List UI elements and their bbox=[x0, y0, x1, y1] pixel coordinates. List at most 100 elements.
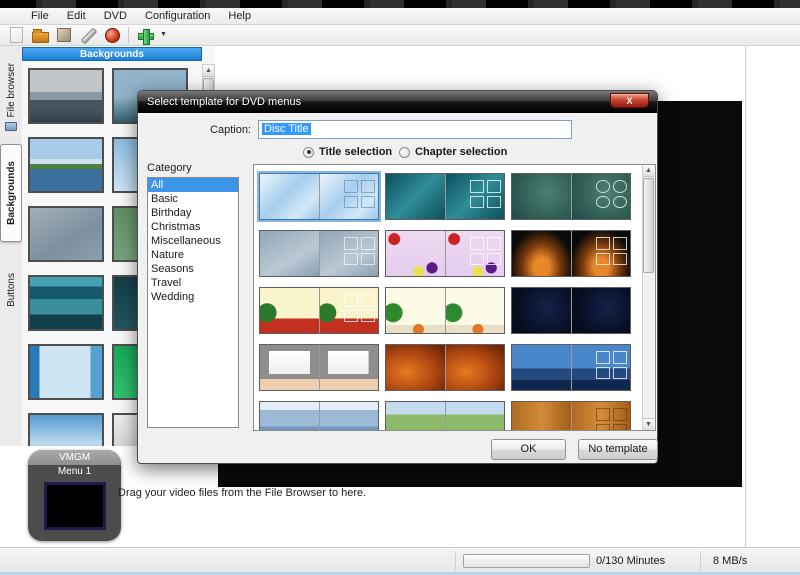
template-penguin-board[interactable] bbox=[259, 344, 379, 391]
template-city-night[interactable] bbox=[511, 344, 631, 391]
template-panel bbox=[512, 174, 571, 219]
radio-chapter-selection[interactable]: Chapter selection bbox=[399, 146, 507, 158]
category-item-miscellaneous[interactable]: Miscellaneous bbox=[148, 234, 238, 248]
caption-selected-text: Disc Title bbox=[262, 123, 311, 135]
ok-button[interactable]: OK bbox=[491, 439, 566, 460]
template-slate-grid[interactable] bbox=[259, 230, 379, 277]
category-item-all[interactable]: All bbox=[148, 178, 238, 192]
radio-checked-icon[interactable] bbox=[303, 146, 314, 158]
template-birthday-candles[interactable] bbox=[511, 230, 631, 277]
squares-pattern bbox=[596, 408, 627, 430]
drag-hint-text: Drag your video files from the File Brow… bbox=[118, 487, 367, 499]
template-grid-inner bbox=[254, 165, 644, 430]
radio-unchecked-icon[interactable] bbox=[399, 146, 410, 158]
squares-pattern bbox=[344, 237, 375, 266]
template-panel bbox=[386, 288, 445, 333]
scroll-up-icon[interactable]: ▲ bbox=[643, 165, 654, 177]
template-panel bbox=[386, 174, 445, 219]
template-teal-dark[interactable] bbox=[385, 173, 505, 220]
template-fire-clouds[interactable] bbox=[385, 344, 505, 391]
category-item-christmas[interactable]: Christmas bbox=[148, 220, 238, 234]
template-christmas-tree-red[interactable] bbox=[259, 287, 379, 334]
menu-help[interactable]: Help bbox=[219, 8, 260, 25]
add-file-icon-button[interactable] bbox=[133, 25, 157, 45]
blue-frame-thumbnail[interactable] bbox=[28, 344, 104, 400]
template-panel bbox=[445, 231, 504, 276]
sidebar-tab-backgrounds[interactable]: Backgrounds bbox=[0, 144, 22, 242]
category-listbox[interactable]: All Basic Birthday Christmas Miscellaneous Na… bbox=[147, 177, 239, 428]
scroll-up-icon[interactable]: ▲ bbox=[203, 65, 214, 77]
vmgm-menu-item[interactable]: VMGM Menu 1 bbox=[28, 450, 121, 541]
template-panel bbox=[571, 174, 630, 219]
chevron-down-icon[interactable]: ▼ bbox=[160, 25, 167, 45]
ocean-clouds-thumbnail[interactable] bbox=[28, 68, 104, 124]
squares-pattern bbox=[470, 237, 501, 266]
category-item-nature[interactable]: Nature bbox=[148, 248, 238, 262]
template-grid-scrollbar[interactable]: ▲ ▼ bbox=[642, 165, 655, 430]
menu-configuration[interactable]: Configuration bbox=[136, 8, 219, 25]
caption-input[interactable]: Disc Title bbox=[258, 120, 572, 139]
no-template-button[interactable]: No template bbox=[578, 439, 658, 460]
menu1-label: Menu 1 bbox=[57, 466, 92, 477]
backgrounds-column-left bbox=[28, 68, 106, 446]
save-project-icon-button[interactable] bbox=[52, 25, 76, 45]
template-panel bbox=[260, 288, 319, 333]
scrollbar-thumb[interactable] bbox=[643, 178, 654, 273]
statusbar-separator bbox=[455, 551, 456, 571]
sidebar-tab-label: File browser bbox=[5, 63, 17, 118]
template-christmas-tree-light[interactable] bbox=[385, 287, 505, 334]
menu-file[interactable]: File bbox=[22, 8, 58, 25]
toolbar: ▼ bbox=[0, 25, 800, 46]
new-project-icon-button[interactable] bbox=[4, 25, 28, 45]
capacity-progress-bar bbox=[463, 554, 590, 568]
bitrate-indicator: 8 MB/s bbox=[713, 555, 748, 567]
template-winter-trees[interactable] bbox=[259, 401, 379, 430]
gray-blue-gradient-thumbnail[interactable] bbox=[28, 206, 104, 262]
template-wooden-door[interactable] bbox=[511, 401, 631, 430]
template-spring-trees[interactable] bbox=[385, 401, 505, 430]
template-panel bbox=[319, 402, 378, 430]
template-green-ellipses[interactable] bbox=[511, 173, 631, 220]
new-project-icon bbox=[9, 27, 23, 43]
settings-wrench-icon-button[interactable] bbox=[76, 25, 100, 45]
radio-title-selection[interactable]: Title selection bbox=[303, 146, 392, 158]
template-panel bbox=[319, 288, 378, 333]
template-dark-navy[interactable] bbox=[511, 287, 631, 334]
squares-pattern bbox=[470, 294, 501, 323]
menu-edit[interactable]: Edit bbox=[58, 8, 95, 25]
category-item-seasons[interactable]: Seasons bbox=[148, 262, 238, 276]
burn-disc-icon bbox=[104, 27, 120, 43]
blue-gradient-thumbnail[interactable] bbox=[28, 413, 104, 446]
sidebar-tab-buttons[interactable]: Buttons bbox=[1, 262, 21, 318]
burn-disc-icon-button[interactable] bbox=[100, 25, 124, 45]
vmgm-label: VMGM bbox=[28, 450, 121, 465]
caption-label: Caption: bbox=[210, 124, 251, 136]
template-panel bbox=[445, 174, 504, 219]
template-panel bbox=[260, 402, 319, 430]
sidebar-tab-file-browser[interactable]: File browser bbox=[1, 54, 21, 140]
dialog-titlebar[interactable]: Select template for DVD menus bbox=[138, 91, 657, 113]
lake-shore-thumbnail[interactable] bbox=[28, 137, 104, 193]
category-item-wedding[interactable]: Wedding bbox=[148, 290, 238, 304]
menu-dvd[interactable]: DVD bbox=[95, 8, 136, 25]
scroll-down-icon[interactable]: ▼ bbox=[643, 418, 654, 430]
save-project-icon bbox=[57, 28, 71, 42]
sidebar-tab-strip: File browser Backgrounds Buttons bbox=[0, 46, 22, 446]
template-blue-gloss[interactable] bbox=[259, 173, 379, 220]
template-panel bbox=[571, 402, 630, 430]
add-file-icon bbox=[136, 26, 154, 45]
template-panel bbox=[386, 345, 445, 390]
open-project-icon bbox=[31, 29, 49, 43]
squares-pattern bbox=[344, 180, 375, 209]
category-item-travel[interactable]: Travel bbox=[148, 276, 238, 290]
close-icon[interactable]: X bbox=[610, 93, 649, 108]
open-project-icon-button[interactable] bbox=[28, 25, 52, 45]
category-item-basic[interactable]: Basic bbox=[148, 192, 238, 206]
teal-stripes-thumbnail[interactable] bbox=[28, 275, 104, 331]
menu1-thumbnail[interactable] bbox=[43, 482, 106, 530]
template-panel bbox=[319, 345, 378, 390]
category-item-birthday[interactable]: Birthday bbox=[148, 206, 238, 220]
squares-pattern bbox=[344, 294, 375, 323]
category-label: Category bbox=[147, 162, 192, 174]
template-birthday-balloons[interactable] bbox=[385, 230, 505, 277]
